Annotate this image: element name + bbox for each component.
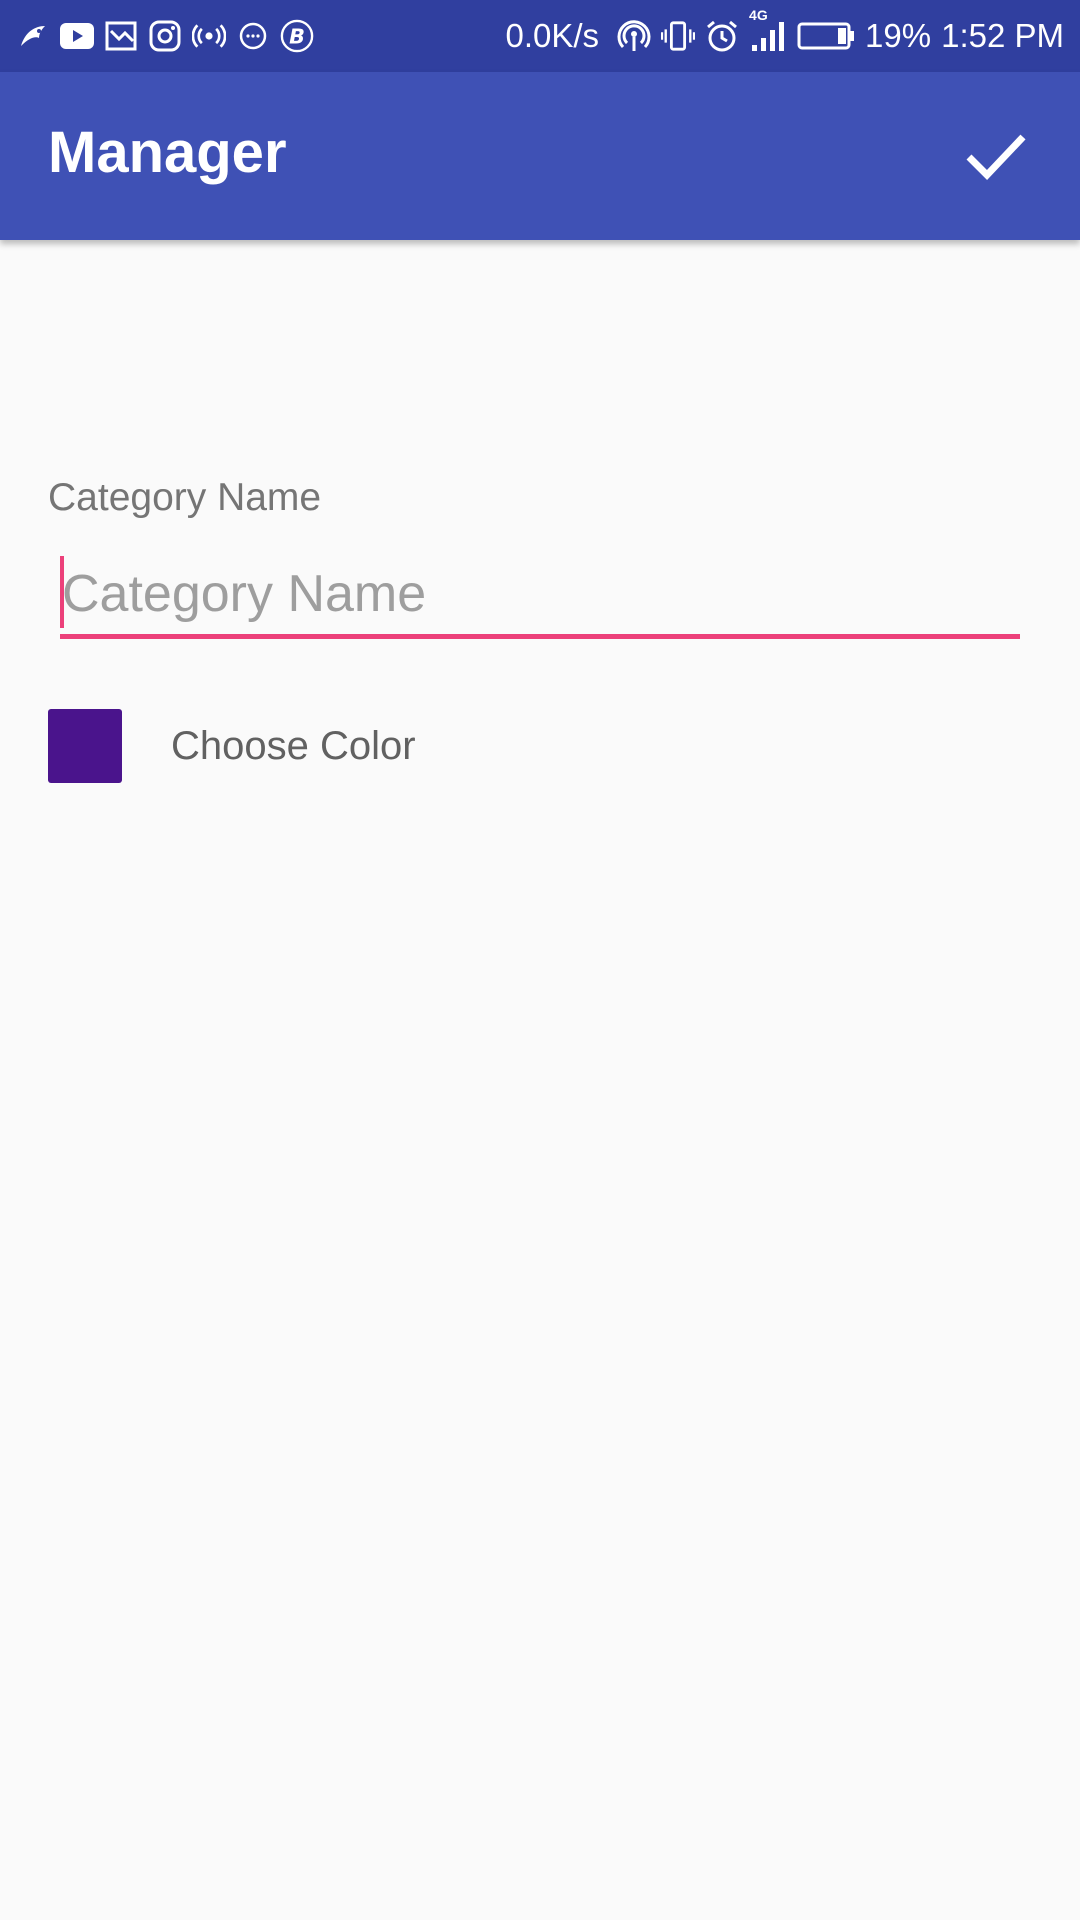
choose-color-label: Choose Color — [171, 723, 416, 768]
bird-icon — [16, 19, 50, 53]
status-bar: B 0.0K/s 4G 19% 1:52 PM — [0, 0, 1080, 72]
vibrate-icon — [661, 19, 696, 53]
category-name-label: Category Name — [48, 476, 322, 519]
battery-level: 19% — [865, 17, 932, 54]
check-icon — [966, 134, 1026, 181]
b-coin-icon: B — [280, 19, 314, 53]
system-icons: 0.0K/s 4G 19% 1:52 PM — [505, 7, 1064, 55]
network-speed: 0.0K/s — [505, 17, 600, 54]
youtube-icon — [60, 19, 94, 53]
signal-icon: 4G — [749, 7, 787, 53]
choose-color-row[interactable]: Choose Color — [48, 708, 416, 784]
save-button[interactable] — [948, 108, 1044, 204]
chat-icon — [236, 19, 270, 53]
input-underline — [60, 634, 1020, 639]
text-cursor — [60, 556, 64, 628]
category-name-field[interactable] — [60, 552, 1020, 642]
battery-icon — [797, 19, 855, 53]
color-swatch[interactable] — [48, 709, 122, 783]
alarm-icon — [705, 19, 739, 53]
notification-icons: B — [16, 19, 314, 53]
hotspot-icon — [617, 19, 651, 53]
app-bar: Manager — [0, 72, 1080, 240]
network-type: 4G — [749, 7, 768, 23]
cast-icon — [104, 19, 138, 53]
instagram-icon — [148, 19, 182, 53]
page-title: Manager — [48, 120, 287, 185]
radio-icon — [192, 19, 226, 53]
category-name-input[interactable] — [60, 552, 1020, 636]
svg-text:B: B — [289, 25, 305, 49]
clock: 1:52 PM — [941, 17, 1064, 54]
